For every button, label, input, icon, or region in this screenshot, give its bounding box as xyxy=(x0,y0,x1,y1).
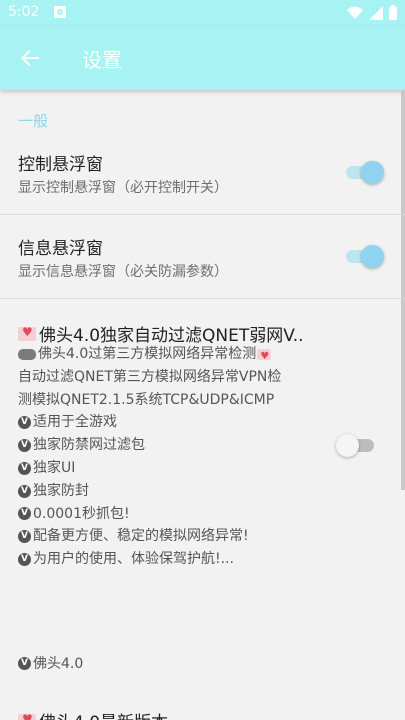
app-bar: 设置 xyxy=(0,26,405,90)
category-general: 一般 xyxy=(18,112,49,130)
signal-icon xyxy=(369,5,383,20)
heart-icon xyxy=(18,712,36,720)
promo-line: 测模拟QNET2.1.5系统TCP&UDP&ICMP xyxy=(18,391,275,408)
setting-title: 信息悬浮窗 xyxy=(18,239,103,259)
v-badge-icon: V xyxy=(18,416,31,430)
feature-item: V 独家防禁网过滤包 xyxy=(18,434,318,457)
scrollbar[interactable] xyxy=(401,90,405,490)
feature-item: V 独家防封 xyxy=(18,480,318,503)
divider xyxy=(0,214,405,215)
back-button[interactable] xyxy=(12,40,48,76)
gamepad-icon xyxy=(18,348,36,360)
heart-icon xyxy=(18,325,36,341)
feature-item: V 0.0001秒抓包! xyxy=(18,503,318,526)
feature-item: V 配备更方便、稳定的模拟网络异常! xyxy=(18,525,318,548)
status-icons xyxy=(347,5,397,20)
v-badge-icon: V xyxy=(18,553,31,567)
qnet-filter-switch[interactable] xyxy=(336,431,376,459)
arrow-back-icon xyxy=(21,50,39,66)
floating-info-switch[interactable] xyxy=(346,242,384,270)
battery-icon xyxy=(389,5,397,20)
page-title: 设置 xyxy=(82,48,122,72)
wifi-icon xyxy=(347,6,363,19)
feature-item: V 独家UI xyxy=(18,457,318,480)
floating-control-switch[interactable] xyxy=(346,158,384,186)
feature-item: V 适用于全游戏 xyxy=(18,411,318,434)
status-bar: 5:02 xyxy=(0,0,405,26)
promo-description: 佛头4.0过第三方模拟网络异常检测 自动过滤QNET第三方模拟网络异常VPN检 … xyxy=(18,343,318,571)
v-badge-icon: V xyxy=(18,439,31,453)
heart-icon xyxy=(257,346,272,366)
v-badge-icon: V xyxy=(18,461,31,475)
divider xyxy=(0,298,405,299)
v-badge-icon: V xyxy=(18,530,31,544)
feature-item: V 为用户的使用、体验保驾护航!... xyxy=(18,548,318,571)
promo-line: 佛头4.0过第三方模拟网络异常检测 xyxy=(18,343,318,366)
v-badge-icon: V xyxy=(18,656,31,670)
promo-footer: V 佛头4.0 xyxy=(18,653,83,673)
v-badge-icon: V xyxy=(18,484,31,498)
next-item-title[interactable]: 佛头4.0最新版本 xyxy=(18,708,168,720)
setting-summary: 显示信息悬浮窗（必关防漏参数） xyxy=(18,264,228,280)
v-badge-icon: V xyxy=(18,507,31,521)
setting-summary: 显示控制悬浮窗（必开控制开关） xyxy=(18,180,228,196)
notification-icon xyxy=(54,6,66,18)
setting-title: 控制悬浮窗 xyxy=(18,155,103,175)
status-time: 5:02 xyxy=(8,4,40,20)
promo-line: 自动过滤QNET第三方模拟网络异常VPN检 xyxy=(18,368,282,385)
